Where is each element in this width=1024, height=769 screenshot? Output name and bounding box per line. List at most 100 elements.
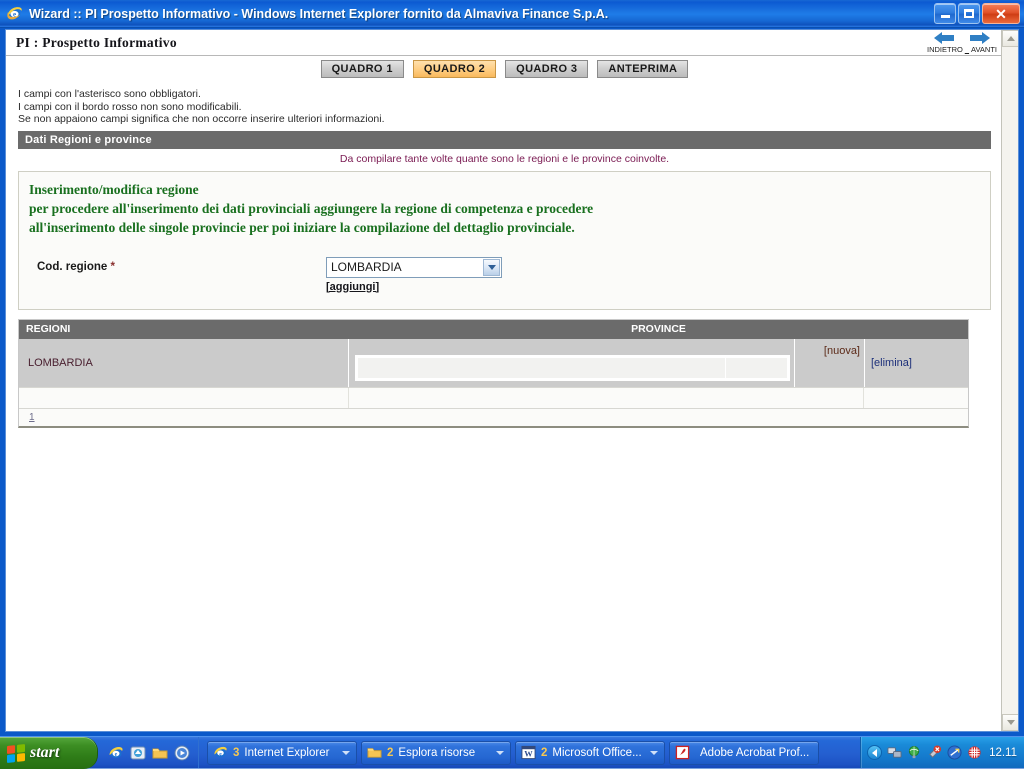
- quick-launch-bar: e: [98, 737, 199, 768]
- browser-window: e Wizard :: PI Prospetto Informativo - W…: [0, 0, 1024, 736]
- tab-quadro-1[interactable]: QUADRO 1: [321, 60, 404, 78]
- section-title-bar: Dati Regioni e province: [18, 131, 991, 149]
- province-input-right[interactable]: [726, 358, 787, 378]
- forward-label[interactable]: AVANTI: [971, 45, 997, 54]
- note-line-1: I campi con l'asterisco sono obbligatori…: [18, 88, 1003, 101]
- svg-text:W: W: [524, 749, 533, 759]
- task-count-office: 2: [541, 747, 547, 759]
- acrobat-icon: [675, 745, 690, 760]
- table-row: LOMBARDIA [nuova] [elimina]: [19, 339, 968, 387]
- province-input-left[interactable]: [358, 358, 726, 378]
- chevron-down-icon: [1007, 720, 1015, 725]
- nuova-link[interactable]: [nuova]: [794, 339, 864, 387]
- start-button[interactable]: start: [0, 737, 98, 769]
- elimina-link[interactable]: [elimina]: [864, 339, 968, 387]
- maximize-button[interactable]: [958, 3, 980, 24]
- tab-quadro-3[interactable]: QUADRO 3: [505, 60, 588, 78]
- pager-page-1[interactable]: 1: [29, 412, 35, 423]
- cod-regione-label: Cod. regione *: [37, 261, 115, 273]
- section-subnote: Da compilare tante volte quante sono le …: [18, 153, 991, 165]
- province-input-box[interactable]: [355, 355, 790, 381]
- task-label-office: Microsoft Office...: [552, 747, 645, 759]
- minimize-icon: [941, 15, 950, 18]
- wizard-nav-labels: INDIETRO _ AVANTI: [927, 45, 997, 54]
- app-icon[interactable]: [967, 745, 982, 760]
- title-bar: e Wizard :: PI Prospetto Informativo - W…: [0, 0, 1024, 28]
- web-page: PI : Prospetto Informativo: [6, 30, 1003, 731]
- back-arrow-icon[interactable]: [933, 32, 955, 44]
- ie-icon[interactable]: e: [108, 745, 124, 761]
- cod-regione-select-value: LOMBARDIA: [331, 260, 402, 274]
- taskbar-clock[interactable]: 12.11: [989, 747, 1017, 759]
- ie-logo-icon: e: [6, 5, 24, 23]
- chevron-up-icon: [1007, 36, 1015, 41]
- page-title: PI : Prospetto Informativo: [16, 35, 177, 50]
- green-instructions: Inserimento/modifica regione per procede…: [29, 180, 980, 237]
- required-asterisk: *: [110, 261, 114, 273]
- show-hidden-icons-chevron[interactable]: [867, 745, 882, 760]
- vertical-scrollbar[interactable]: [1001, 30, 1018, 731]
- table-pager: 1: [19, 408, 968, 426]
- region-form-row: Cod. regione * LOMBARDIA [aggiungi]: [29, 257, 980, 299]
- empty-cell-regioni: [19, 388, 349, 408]
- msn-icon[interactable]: [130, 745, 146, 761]
- task-buttons: e 3 Internet Explorer 2 Esplora risorse: [199, 737, 860, 768]
- chevron-down-icon[interactable]: [650, 751, 658, 755]
- note-line-3: Se non appaiono campi significa che non …: [18, 113, 1003, 126]
- browser-client-area: PI : Prospetto Informativo: [5, 29, 1019, 732]
- task-count-esplora: 2: [387, 747, 393, 759]
- chevron-down-icon[interactable]: [483, 259, 500, 276]
- green-line-1: Inserimento/modifica regione: [29, 180, 980, 199]
- start-label: start: [30, 744, 59, 762]
- back-label[interactable]: INDIETRO: [927, 45, 963, 54]
- scroll-up-button[interactable]: [1002, 30, 1019, 47]
- svg-text:e: e: [115, 752, 118, 758]
- task-internet-explorer[interactable]: e 3 Internet Explorer: [207, 741, 357, 765]
- column-header-regioni: REGIONI: [19, 320, 349, 339]
- tab-quadro-2[interactable]: QUADRO 2: [413, 60, 496, 78]
- table-empty-row: [19, 387, 968, 408]
- media-player-icon[interactable]: [174, 745, 190, 761]
- windows-taskbar: start e: [0, 736, 1024, 768]
- cod-regione-select[interactable]: LOMBARDIA: [326, 257, 502, 278]
- task-label-esplora: Esplora risorse: [398, 747, 491, 759]
- green-line-3: all'inserimento delle singole provincie …: [29, 218, 980, 237]
- close-button[interactable]: ✕: [982, 3, 1020, 24]
- folder-icon[interactable]: [152, 745, 168, 761]
- wizard-navigation: INDIETRO _ AVANTI: [923, 31, 1001, 54]
- chevron-down-icon[interactable]: [342, 751, 350, 755]
- column-header-province: PROVINCE: [349, 320, 968, 339]
- maximize-icon: [964, 9, 974, 18]
- globe-icon[interactable]: [907, 745, 922, 760]
- task-label-acrobat: Adobe Acrobat Prof...: [700, 747, 814, 759]
- close-icon: ✕: [995, 7, 1007, 21]
- table-header-row: REGIONI PROVINCE: [19, 320, 968, 339]
- folder-icon: [367, 745, 382, 760]
- shortcut-icon[interactable]: [947, 745, 962, 760]
- antivirus-alert-icon[interactable]: [927, 745, 942, 760]
- cell-province: [349, 339, 794, 387]
- chevron-left-glyph: [872, 749, 877, 757]
- chevron-down-icon[interactable]: [496, 751, 504, 755]
- scroll-down-button[interactable]: [1002, 714, 1019, 731]
- cod-regione-select-wrap: LOMBARDIA [aggiungi]: [326, 257, 502, 293]
- system-tray: 12.11: [860, 737, 1024, 768]
- forward-arrow-icon[interactable]: [969, 32, 991, 44]
- network-icon[interactable]: [887, 745, 902, 760]
- task-count-ie: 3: [233, 747, 239, 759]
- task-adobe-acrobat[interactable]: Adobe Acrobat Prof...: [669, 741, 819, 765]
- aggiungi-link[interactable]: [aggiungi]: [326, 281, 502, 293]
- task-microsoft-office[interactable]: W 2 Microsoft Office...: [515, 741, 665, 765]
- minimize-button[interactable]: [934, 3, 956, 24]
- quadro-tabs: QUADRO 1 QUADRO 2 QUADRO 3 ANTEPRIMA: [6, 60, 1003, 82]
- task-esplora-risorse[interactable]: 2 Esplora risorse: [361, 741, 511, 765]
- region-insert-panel: Inserimento/modifica regione per procede…: [18, 171, 991, 310]
- window-controls: ✕: [934, 3, 1020, 24]
- ie-icon: e: [213, 745, 228, 760]
- word-icon: W: [521, 745, 536, 760]
- tab-anteprima[interactable]: ANTEPRIMA: [597, 60, 688, 78]
- cod-regione-label-text: Cod. regione: [37, 261, 107, 273]
- task-label-ie: Internet Explorer: [244, 747, 337, 759]
- cell-regione: LOMBARDIA: [19, 339, 349, 387]
- form-notes: I campi con l'asterisco sono obbligatori…: [18, 88, 1003, 126]
